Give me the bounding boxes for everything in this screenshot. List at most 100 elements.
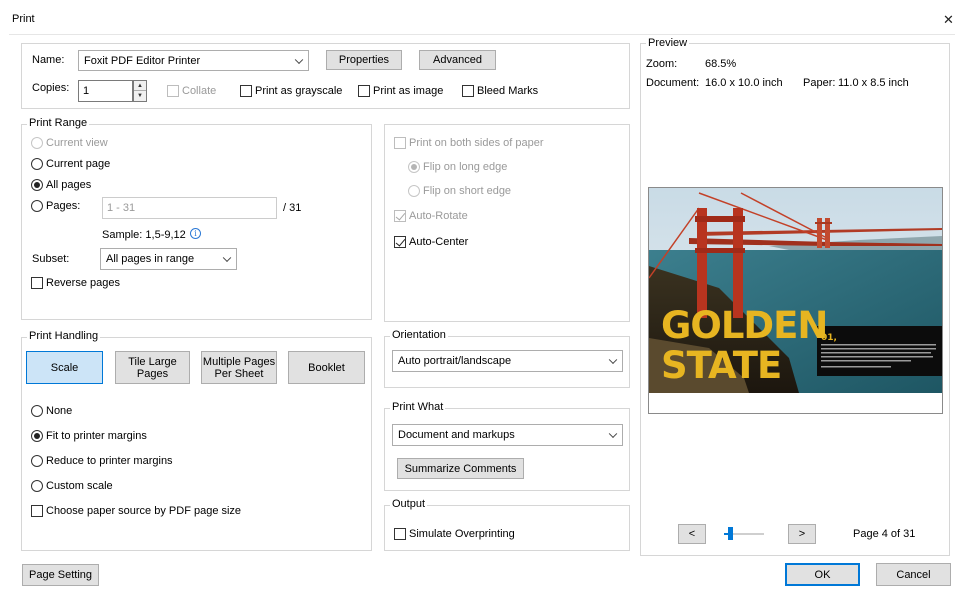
advanced-button[interactable]: Advanced	[419, 50, 496, 70]
ok-button[interactable]: OK	[785, 563, 860, 586]
dialog-title: Print	[12, 13, 35, 25]
flip-short-label: Flip on short edge	[423, 185, 512, 197]
subset-select-value: All pages in range	[106, 253, 195, 265]
duplex-group	[384, 124, 630, 322]
cancel-button[interactable]: Cancel	[876, 563, 951, 586]
properties-button[interactable]: Properties	[326, 50, 402, 70]
current-page-label: Current page	[46, 158, 111, 170]
previous-page-button[interactable]: <	[678, 524, 706, 544]
orientation-select[interactable]: Auto portrait/landscape	[392, 350, 623, 372]
image-title-line1: GOLDEN	[661, 304, 827, 347]
pages-input[interactable]: 1 - 31	[102, 197, 277, 219]
caret-down-icon[interactable]: ▼	[134, 91, 146, 101]
close-icon[interactable]: ✕	[943, 12, 954, 28]
info-icon[interactable]: i	[190, 228, 201, 239]
scale-none-label: None	[46, 405, 73, 417]
both-sides-checkbox[interactable]	[394, 137, 406, 149]
booklet-button[interactable]: Booklet	[288, 351, 365, 384]
print-range-group	[21, 124, 372, 320]
bleed-marks-label: Bleed Marks	[477, 85, 539, 97]
zoom-label: Zoom:	[646, 58, 678, 70]
auto-center-checkbox[interactable]	[394, 236, 406, 248]
reverse-pages-label: Reverse pages	[46, 277, 120, 289]
tile-large-pages-button[interactable]: Tile Large Pages	[115, 351, 190, 384]
current-view-label: Current view	[46, 137, 108, 149]
print-range-title: Print Range	[27, 117, 90, 129]
current-view-radio[interactable]	[31, 137, 43, 149]
all-pages-radio[interactable]	[31, 179, 43, 191]
collate-label: Collate	[182, 85, 217, 97]
zoom-value: 68.5%	[705, 58, 737, 70]
auto-rotate-checkbox[interactable]	[394, 210, 406, 222]
image-badge: 01,	[821, 333, 837, 343]
golden-gate-photo: GOLDEN STATE 01,	[649, 188, 942, 393]
pages-radio[interactable]	[31, 200, 43, 212]
document-size-value: 16.0 x 10.0 inch	[705, 77, 783, 89]
chevron-down-icon	[608, 429, 618, 439]
print-what-title: Print What	[390, 401, 446, 413]
reduce-margins-radio[interactable]	[31, 455, 43, 467]
print-handling-title: Print Handling	[27, 330, 101, 342]
summarize-comments-button[interactable]: Summarize Comments	[397, 458, 524, 479]
current-page-radio[interactable]	[31, 158, 43, 170]
fit-margins-label: Fit to printer margins	[46, 430, 147, 442]
reverse-pages-checkbox[interactable]	[31, 277, 43, 289]
subset-select[interactable]: All pages in range	[100, 248, 237, 270]
printer-select-value: Foxit PDF Editor Printer	[84, 54, 201, 67]
simulate-overprinting-label: Simulate Overprinting	[409, 528, 515, 540]
copies-stepper[interactable]: ▲ ▼	[133, 80, 147, 102]
paper-size-label: Paper:	[803, 77, 836, 89]
next-page-button[interactable]: >	[788, 524, 816, 544]
image-title-line2: STATE	[661, 344, 781, 387]
print-what-select-value: Document and markups	[398, 429, 515, 441]
caret-up-icon[interactable]: ▲	[134, 81, 146, 91]
collate-checkbox[interactable]	[167, 85, 179, 97]
auto-center-label: Auto-Center	[409, 236, 469, 248]
copies-value: 1	[83, 85, 90, 97]
grayscale-checkbox[interactable]	[240, 85, 252, 97]
custom-scale-radio[interactable]	[31, 480, 43, 492]
orientation-title: Orientation	[390, 329, 448, 341]
pages-input-placeholder: 1 - 31	[107, 202, 136, 214]
custom-scale-label: Custom scale	[46, 480, 113, 492]
simulate-overprinting-checkbox[interactable]	[394, 528, 406, 540]
title-divider	[9, 34, 955, 35]
page-setting-button[interactable]: Page Setting	[22, 564, 99, 586]
printer-select[interactable]: Foxit PDF Editor Printer	[78, 50, 309, 71]
print-what-select[interactable]: Document and markups	[392, 424, 623, 446]
flip-long-radio[interactable]	[408, 161, 420, 173]
grayscale-label: Print as grayscale	[255, 85, 343, 97]
subset-label: Subset:	[32, 253, 70, 265]
pages-total: / 31	[283, 202, 302, 214]
scale-button[interactable]: Scale	[26, 351, 103, 384]
paper-source-label: Choose paper source by PDF page size	[46, 505, 242, 517]
bleed-marks-checkbox[interactable]	[462, 85, 474, 97]
page-status: Page 4 of 31	[853, 528, 916, 540]
document-size-label: Document:	[646, 77, 700, 89]
flip-long-label: Flip on long edge	[423, 161, 508, 173]
preview-page: GOLDEN STATE 01,	[648, 187, 943, 414]
both-sides-label: Print on both sides of paper	[409, 137, 544, 149]
preview-image: GOLDEN STATE 01,	[649, 188, 942, 393]
copies-input[interactable]: 1	[78, 80, 133, 102]
orientation-select-value: Auto portrait/landscape	[398, 355, 512, 367]
all-pages-label: All pages	[46, 179, 92, 191]
chevron-down-icon	[294, 55, 304, 64]
pages-label: Pages:	[46, 200, 81, 212]
preview-title: Preview	[646, 37, 690, 49]
fit-margins-radio[interactable]	[31, 430, 43, 442]
copies-label: Copies:	[32, 82, 70, 94]
flip-short-radio[interactable]	[408, 185, 420, 197]
chevron-down-icon	[222, 253, 232, 263]
print-as-image-checkbox[interactable]	[358, 85, 370, 97]
reduce-margins-label: Reduce to printer margins	[46, 455, 173, 467]
scale-none-radio[interactable]	[31, 405, 43, 417]
page-slider-thumb[interactable]	[728, 527, 733, 540]
pages-sample: Sample: 1,5-9,12	[102, 229, 186, 241]
multiple-pages-button[interactable]: Multiple Pages Per Sheet	[201, 351, 277, 384]
paper-size-value: 11.0 x 8.5 inch	[838, 77, 909, 89]
name-label: Name:	[32, 54, 65, 66]
chevron-down-icon	[608, 355, 618, 365]
print-as-image-label: Print as image	[373, 85, 444, 97]
paper-source-checkbox[interactable]	[31, 505, 43, 517]
